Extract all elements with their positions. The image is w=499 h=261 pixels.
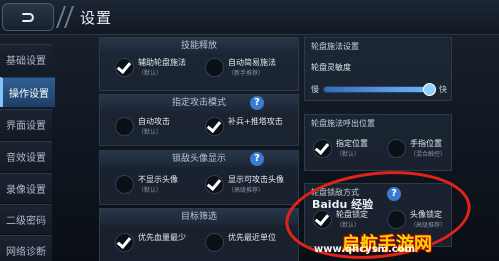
wheel-call-panel: 轮盘施法呼出位置 指定位置 （默认） 手指位置 （混合触控） [304, 114, 452, 171]
option-sub: （默认） [138, 129, 163, 136]
checkbox[interactable] [115, 175, 134, 194]
attack-mode-option-1[interactable]: 自动攻击 （默认） [115, 117, 170, 138]
option-label: 手指位置 [410, 139, 442, 148]
skill-cast-option-1[interactable]: 辅助轮盘施法 （默认） [115, 58, 186, 79]
checkbox[interactable] [205, 117, 224, 136]
option-label: 自动攻击 [138, 117, 170, 126]
slider-handle[interactable] [422, 83, 436, 96]
help-icon[interactable]: ? [250, 96, 264, 110]
lock-avatar-panel: 锁敌头像显示 ? 不显示头像 （默认） 显示可攻击头像 （高级推荐） [99, 150, 299, 205]
sensitivity-label: 轮盘灵敏度 [311, 63, 351, 72]
slider-fill [324, 87, 429, 92]
checkbox[interactable] [387, 139, 406, 158]
attack-mode-option-2[interactable]: 补兵+推塔攻击 [205, 117, 283, 136]
option-label: 自动简易施法 [228, 58, 276, 67]
option-label: 不显示头像 [138, 175, 178, 184]
option-label: 指定位置 [336, 139, 368, 148]
panel-title: 目标筛选 [100, 209, 298, 225]
panel-title: 轮盘施法设置 [311, 42, 359, 51]
sidebar-item-network[interactable]: 网络诊断 [0, 235, 52, 261]
slow-label: 慢 [311, 85, 319, 94]
option-sub: （默认） [138, 70, 163, 77]
target-filter-option-2[interactable]: 优先最近单位 [205, 233, 276, 252]
panel-title: 轮盘施法呼出位置 [311, 119, 375, 128]
option-label: 优先血量最少 [138, 233, 186, 242]
option-label: 优先最近单位 [228, 233, 276, 242]
fast-label: 快 [439, 85, 447, 94]
option-sub: （默认） [138, 187, 163, 194]
option-sub: （高级推荐） [228, 187, 265, 194]
panel-title: 锁敌头像显示 [100, 151, 298, 167]
top-bar: ⊃ 设置 [0, 0, 499, 35]
option-label: 显示可攻击头像 [228, 175, 284, 184]
page-title: 设置 [80, 9, 113, 27]
option-sub: （新手推荐） [228, 70, 265, 77]
skill-cast-panel: 技能释放 辅助轮盘施法 （默认） 自动简易施法 （新手推荐） [99, 37, 299, 91]
settings-screen: ⊃ 设置 基础设置 操作设置 界面设置 音效设置 录像设置 二级密码 网络诊断 … [0, 0, 499, 261]
watermark-baidu: Baidu 经验 [312, 198, 374, 211]
back-icon: ⊃ [20, 6, 36, 28]
option-sub: （默认） [336, 151, 361, 158]
checkbox[interactable] [205, 175, 224, 194]
target-filter-panel: 目标筛选 优先血量最少 优先最近单位 [99, 208, 299, 261]
wheel-cast-panel: 轮盘施法设置 轮盘灵敏度 慢 快 [304, 37, 452, 101]
checkbox[interactable] [115, 233, 134, 252]
option-sub: （混合触控） [410, 151, 447, 158]
checkbox[interactable] [115, 58, 134, 77]
checkbox[interactable] [313, 139, 332, 158]
panel-title: 指定攻击模式 [100, 95, 298, 111]
sidebar-item-password[interactable]: 二级密码 [0, 204, 52, 234]
divider [63, 6, 75, 28]
sidebar-item-interface[interactable]: 界面设置 [0, 109, 52, 139]
option-label: 补兵+推塔攻击 [228, 117, 283, 126]
help-icon[interactable]: ? [250, 152, 264, 166]
sidebar-item-sound[interactable]: 音效设置 [0, 141, 52, 171]
skill-cast-option-2[interactable]: 自动简易施法 （新手推荐） [205, 58, 276, 79]
checkbox[interactable] [205, 233, 224, 252]
checkbox[interactable] [205, 58, 224, 77]
checkbox[interactable] [115, 117, 134, 136]
panel-title: 技能释放 [100, 38, 298, 54]
lock-avatar-option-2[interactable]: 显示可攻击头像 （高级推荐） [205, 175, 284, 196]
target-filter-option-1[interactable]: 优先血量最少 [115, 233, 186, 252]
lock-avatar-option-1[interactable]: 不显示头像 （默认） [115, 175, 178, 196]
sidebar-item-replay[interactable]: 录像设置 [0, 173, 52, 203]
sidebar: 基础设置 操作设置 界面设置 音效设置 录像设置 二级密码 网络诊断 [0, 36, 55, 261]
sidebar-item-controls[interactable]: 操作设置 [0, 77, 55, 107]
sidebar-item-basic[interactable]: 基础设置 [0, 44, 52, 74]
back-button[interactable]: ⊃ [2, 3, 54, 31]
watermark-url: www.qhcysm.com [314, 244, 415, 255]
wheel-call-option-1[interactable]: 指定位置 （默认） [313, 139, 368, 160]
option-label: 辅助轮盘施法 [138, 58, 186, 67]
sensitivity-slider[interactable] [323, 83, 436, 96]
wheel-call-option-2[interactable]: 手指位置 （混合触控） [387, 139, 446, 160]
attack-mode-panel: 指定攻击模式 ? 自动攻击 （默认） 补兵+推塔攻击 [99, 94, 299, 146]
